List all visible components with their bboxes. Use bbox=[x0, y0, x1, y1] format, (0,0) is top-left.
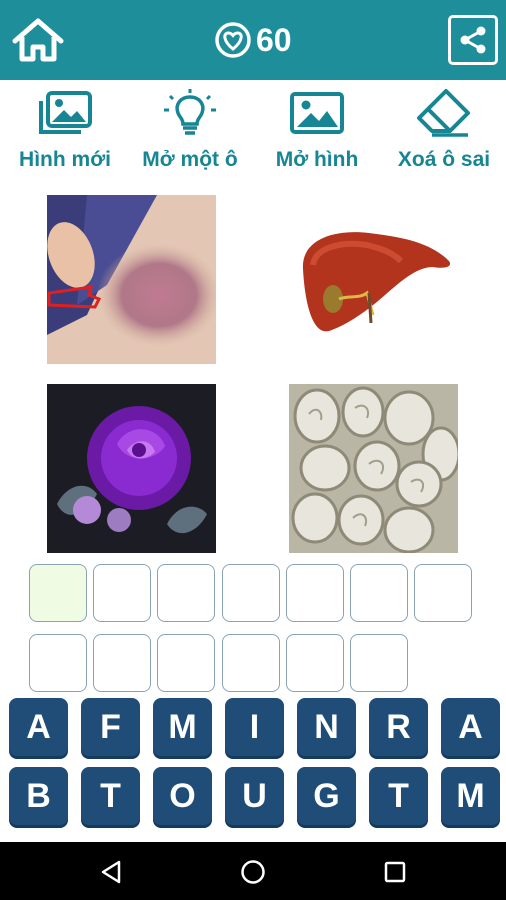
letter-key[interactable]: T bbox=[369, 767, 428, 825]
answer-slot-8[interactable] bbox=[29, 634, 87, 692]
answer-slot-3[interactable] bbox=[157, 564, 215, 622]
heart-circle-icon bbox=[215, 22, 251, 58]
letter-key[interactable]: A bbox=[9, 698, 68, 756]
new-picture-label: Hình mới bbox=[19, 148, 111, 171]
answer-slot-7[interactable] bbox=[414, 564, 472, 622]
home-nav-button[interactable] bbox=[236, 855, 270, 889]
answer-slot-6[interactable] bbox=[350, 564, 408, 622]
home-circle-icon bbox=[241, 860, 265, 884]
share-icon bbox=[460, 26, 486, 54]
purple-rose-image bbox=[47, 384, 216, 553]
new-picture-button[interactable]: Hình mới bbox=[2, 86, 128, 186]
lightbulb-icon bbox=[164, 89, 216, 135]
open-picture-label: Mở hình bbox=[275, 148, 359, 171]
letter-key[interactable]: B bbox=[9, 767, 68, 825]
answer-slot-9[interactable] bbox=[93, 634, 151, 692]
system-nav-bar bbox=[0, 842, 506, 900]
open-picture-button[interactable]: Mở hình bbox=[254, 86, 380, 186]
answer-slot-12[interactable] bbox=[286, 634, 344, 692]
letter-key[interactable]: F bbox=[81, 698, 140, 756]
letter-key[interactable]: U bbox=[225, 767, 284, 825]
answer-slot-1[interactable] bbox=[29, 564, 87, 622]
answer-slot-13[interactable] bbox=[350, 634, 408, 692]
letter-key[interactable]: R bbox=[369, 698, 428, 756]
top-bar: 60 bbox=[0, 0, 506, 80]
image-icon bbox=[290, 92, 344, 134]
erase-wrong-label: Xoá ô sai bbox=[397, 148, 491, 171]
bruise-photo bbox=[47, 195, 216, 364]
liver-illustration bbox=[289, 195, 458, 364]
share-button[interactable] bbox=[448, 15, 498, 65]
letter-key[interactable]: A bbox=[441, 698, 500, 756]
recents-button[interactable] bbox=[378, 855, 412, 889]
score-value: 60 bbox=[256, 21, 292, 58]
intestine-photo bbox=[289, 384, 458, 553]
open-one-cell-button[interactable]: Mở một ô bbox=[127, 86, 253, 186]
back-icon bbox=[101, 860, 121, 884]
images-icon bbox=[39, 91, 92, 134]
open-one-cell-label: Mở một ô bbox=[142, 148, 238, 171]
letter-key[interactable]: G bbox=[297, 767, 356, 825]
answer-slot-4[interactable] bbox=[222, 564, 280, 622]
answer-slot-10[interactable] bbox=[157, 634, 215, 692]
answer-slot-11[interactable] bbox=[222, 634, 280, 692]
letter-key[interactable]: O bbox=[153, 767, 212, 825]
home-icon bbox=[12, 18, 64, 62]
letter-key[interactable]: T bbox=[81, 767, 140, 825]
score-display: 60 bbox=[214, 20, 292, 60]
home-button[interactable] bbox=[10, 14, 66, 66]
letter-key[interactable]: I bbox=[225, 698, 284, 756]
answer-slot-2[interactable] bbox=[93, 564, 151, 622]
answer-slot-5[interactable] bbox=[286, 564, 344, 622]
letter-key[interactable]: M bbox=[441, 767, 500, 825]
letter-key[interactable]: N bbox=[297, 698, 356, 756]
eraser-icon bbox=[417, 89, 470, 137]
back-button[interactable] bbox=[94, 855, 128, 889]
recents-icon bbox=[384, 861, 406, 883]
erase-wrong-button[interactable]: Xoá ô sai bbox=[381, 86, 506, 186]
letter-key[interactable]: M bbox=[153, 698, 212, 756]
